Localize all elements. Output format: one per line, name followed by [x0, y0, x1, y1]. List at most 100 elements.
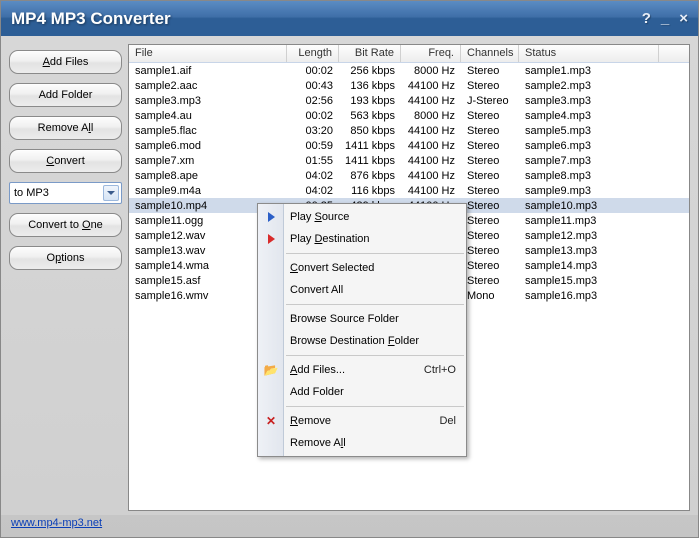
col-bitrate[interactable]: Bit Rate — [339, 45, 401, 62]
table-row[interactable]: sample3.mp302:56193 kbps44100 HzJ-Stereo… — [129, 93, 689, 108]
cell-channels: Stereo — [461, 215, 519, 227]
table-row[interactable]: sample7.xm01:551411 kbps44100 HzStereosa… — [129, 153, 689, 168]
play-dest-icon — [263, 231, 279, 247]
menu-add-folder[interactable]: Add Folder — [258, 381, 466, 403]
cell-length: 01:55 — [287, 155, 339, 167]
cell-channels: Stereo — [461, 155, 519, 167]
cell-length: 00:43 — [287, 80, 339, 92]
cell-status: sample16.mp3 — [519, 290, 659, 302]
menu-remove[interactable]: ✕ RemoveDel — [258, 410, 466, 432]
cell-status: sample14.mp3 — [519, 260, 659, 272]
cell-channels: Stereo — [461, 80, 519, 92]
cell-channels: Stereo — [461, 170, 519, 182]
folder-open-icon — [263, 362, 279, 378]
cell-file: sample2.aac — [129, 80, 287, 92]
col-status[interactable]: Status — [519, 45, 659, 62]
menu-convert-all[interactable]: Convert All — [258, 279, 466, 301]
cell-file: sample8.ape — [129, 170, 287, 182]
cell-file: sample5.flac — [129, 125, 287, 137]
menu-play-destination[interactable]: Play Destination — [258, 228, 466, 250]
cell-channels: Stereo — [461, 125, 519, 137]
cell-status: sample4.mp3 — [519, 110, 659, 122]
cell-bitrate: 876 kbps — [339, 170, 401, 182]
col-channels[interactable]: Channels — [461, 45, 519, 62]
menu-remove-all[interactable]: Remove All — [258, 432, 466, 454]
cell-bitrate: 116 kbps — [339, 185, 401, 197]
table-row[interactable]: sample9.m4a04:02116 kbps44100 HzStereosa… — [129, 183, 689, 198]
menu-browse-dest[interactable]: Browse Destination Folder — [258, 330, 466, 352]
cell-bitrate: 1411 kbps — [339, 140, 401, 152]
cell-channels: Stereo — [461, 185, 519, 197]
help-button[interactable]: ? — [642, 10, 651, 27]
menu-separator — [286, 304, 464, 305]
titlebar: MP4 MP3 Converter ? _ × — [1, 1, 698, 36]
cell-status: sample12.mp3 — [519, 230, 659, 242]
table-row[interactable]: sample6.mod00:591411 kbps44100 HzStereos… — [129, 138, 689, 153]
cell-freq: 44100 Hz — [401, 140, 461, 152]
cell-length: 04:02 — [287, 185, 339, 197]
convert-to-one-button[interactable]: Convert to One — [9, 213, 122, 237]
table-row[interactable]: sample4.au00:02563 kbps8000 HzStereosamp… — [129, 108, 689, 123]
format-select-value: to MP3 — [14, 187, 49, 199]
options-button[interactable]: Options — [9, 246, 122, 270]
website-link[interactable]: www.mp4-mp3.net — [11, 517, 102, 529]
cell-freq: 44100 Hz — [401, 80, 461, 92]
menu-convert-selected[interactable]: Convert Selected — [258, 257, 466, 279]
cell-status: sample11.mp3 — [519, 215, 659, 227]
footer: www.mp4-mp3.net — [1, 515, 698, 537]
cell-length: 03:20 — [287, 125, 339, 137]
cell-status: sample8.mp3 — [519, 170, 659, 182]
table-row[interactable]: sample2.aac00:43136 kbps44100 HzStereosa… — [129, 78, 689, 93]
menu-separator — [286, 253, 464, 254]
cell-file: sample1.aif — [129, 65, 287, 77]
col-freq[interactable]: Freq. — [401, 45, 461, 62]
window-buttons: ? _ × — [642, 10, 688, 27]
cell-bitrate: 193 kbps — [339, 95, 401, 107]
sidebar: Add Files Add Folder Remove All Convert … — [9, 44, 122, 511]
convert-button[interactable]: Convert — [9, 149, 122, 173]
cell-status: sample13.mp3 — [519, 245, 659, 257]
cell-file: sample9.m4a — [129, 185, 287, 197]
close-button[interactable]: × — [679, 10, 688, 27]
cell-channels: Stereo — [461, 260, 519, 272]
cell-freq: 44100 Hz — [401, 185, 461, 197]
menu-add-files[interactable]: Add Files...Ctrl+O — [258, 359, 466, 381]
cell-length: 00:02 — [287, 65, 339, 77]
remove-all-button[interactable]: Remove All — [9, 116, 122, 140]
cell-channels: Stereo — [461, 110, 519, 122]
cell-channels: J-Stereo — [461, 95, 519, 107]
cell-status: sample3.mp3 — [519, 95, 659, 107]
file-list-panel: File Length Bit Rate Freq. Channels Stat… — [128, 44, 690, 511]
col-length[interactable]: Length — [287, 45, 339, 62]
cell-status: sample9.mp3 — [519, 185, 659, 197]
chevron-down-icon — [103, 185, 119, 201]
menu-separator — [286, 406, 464, 407]
window-body: Add Files Add Folder Remove All Convert … — [1, 36, 698, 515]
add-files-button[interactable]: Add Files — [9, 50, 122, 74]
format-select[interactable]: to MP3 — [9, 182, 122, 204]
menu-browse-source[interactable]: Browse Source Folder — [258, 308, 466, 330]
menu-play-source[interactable]: Play Source — [258, 206, 466, 228]
cell-file: sample4.au — [129, 110, 287, 122]
cell-length: 00:59 — [287, 140, 339, 152]
play-icon — [263, 209, 279, 225]
table-row[interactable]: sample8.ape04:02876 kbps44100 HzStereosa… — [129, 168, 689, 183]
cell-bitrate: 850 kbps — [339, 125, 401, 137]
cell-freq: 8000 Hz — [401, 110, 461, 122]
cell-file: sample3.mp3 — [129, 95, 287, 107]
cell-freq: 44100 Hz — [401, 170, 461, 182]
table-row[interactable]: sample5.flac03:20850 kbps44100 HzStereos… — [129, 123, 689, 138]
cell-freq: 8000 Hz — [401, 65, 461, 77]
cell-length: 00:02 — [287, 110, 339, 122]
cell-bitrate: 136 kbps — [339, 80, 401, 92]
cell-length: 02:56 — [287, 95, 339, 107]
cell-length: 04:02 — [287, 170, 339, 182]
cell-status: sample15.mp3 — [519, 275, 659, 287]
col-file[interactable]: File — [129, 45, 287, 62]
cell-channels: Mono — [461, 290, 519, 302]
add-folder-button[interactable]: Add Folder — [9, 83, 122, 107]
cell-file: sample7.xm — [129, 155, 287, 167]
app-window: MP4 MP3 Converter ? _ × Add Files Add Fo… — [0, 0, 699, 538]
minimize-button[interactable]: _ — [661, 10, 669, 27]
table-row[interactable]: sample1.aif00:02256 kbps8000 HzStereosam… — [129, 63, 689, 78]
